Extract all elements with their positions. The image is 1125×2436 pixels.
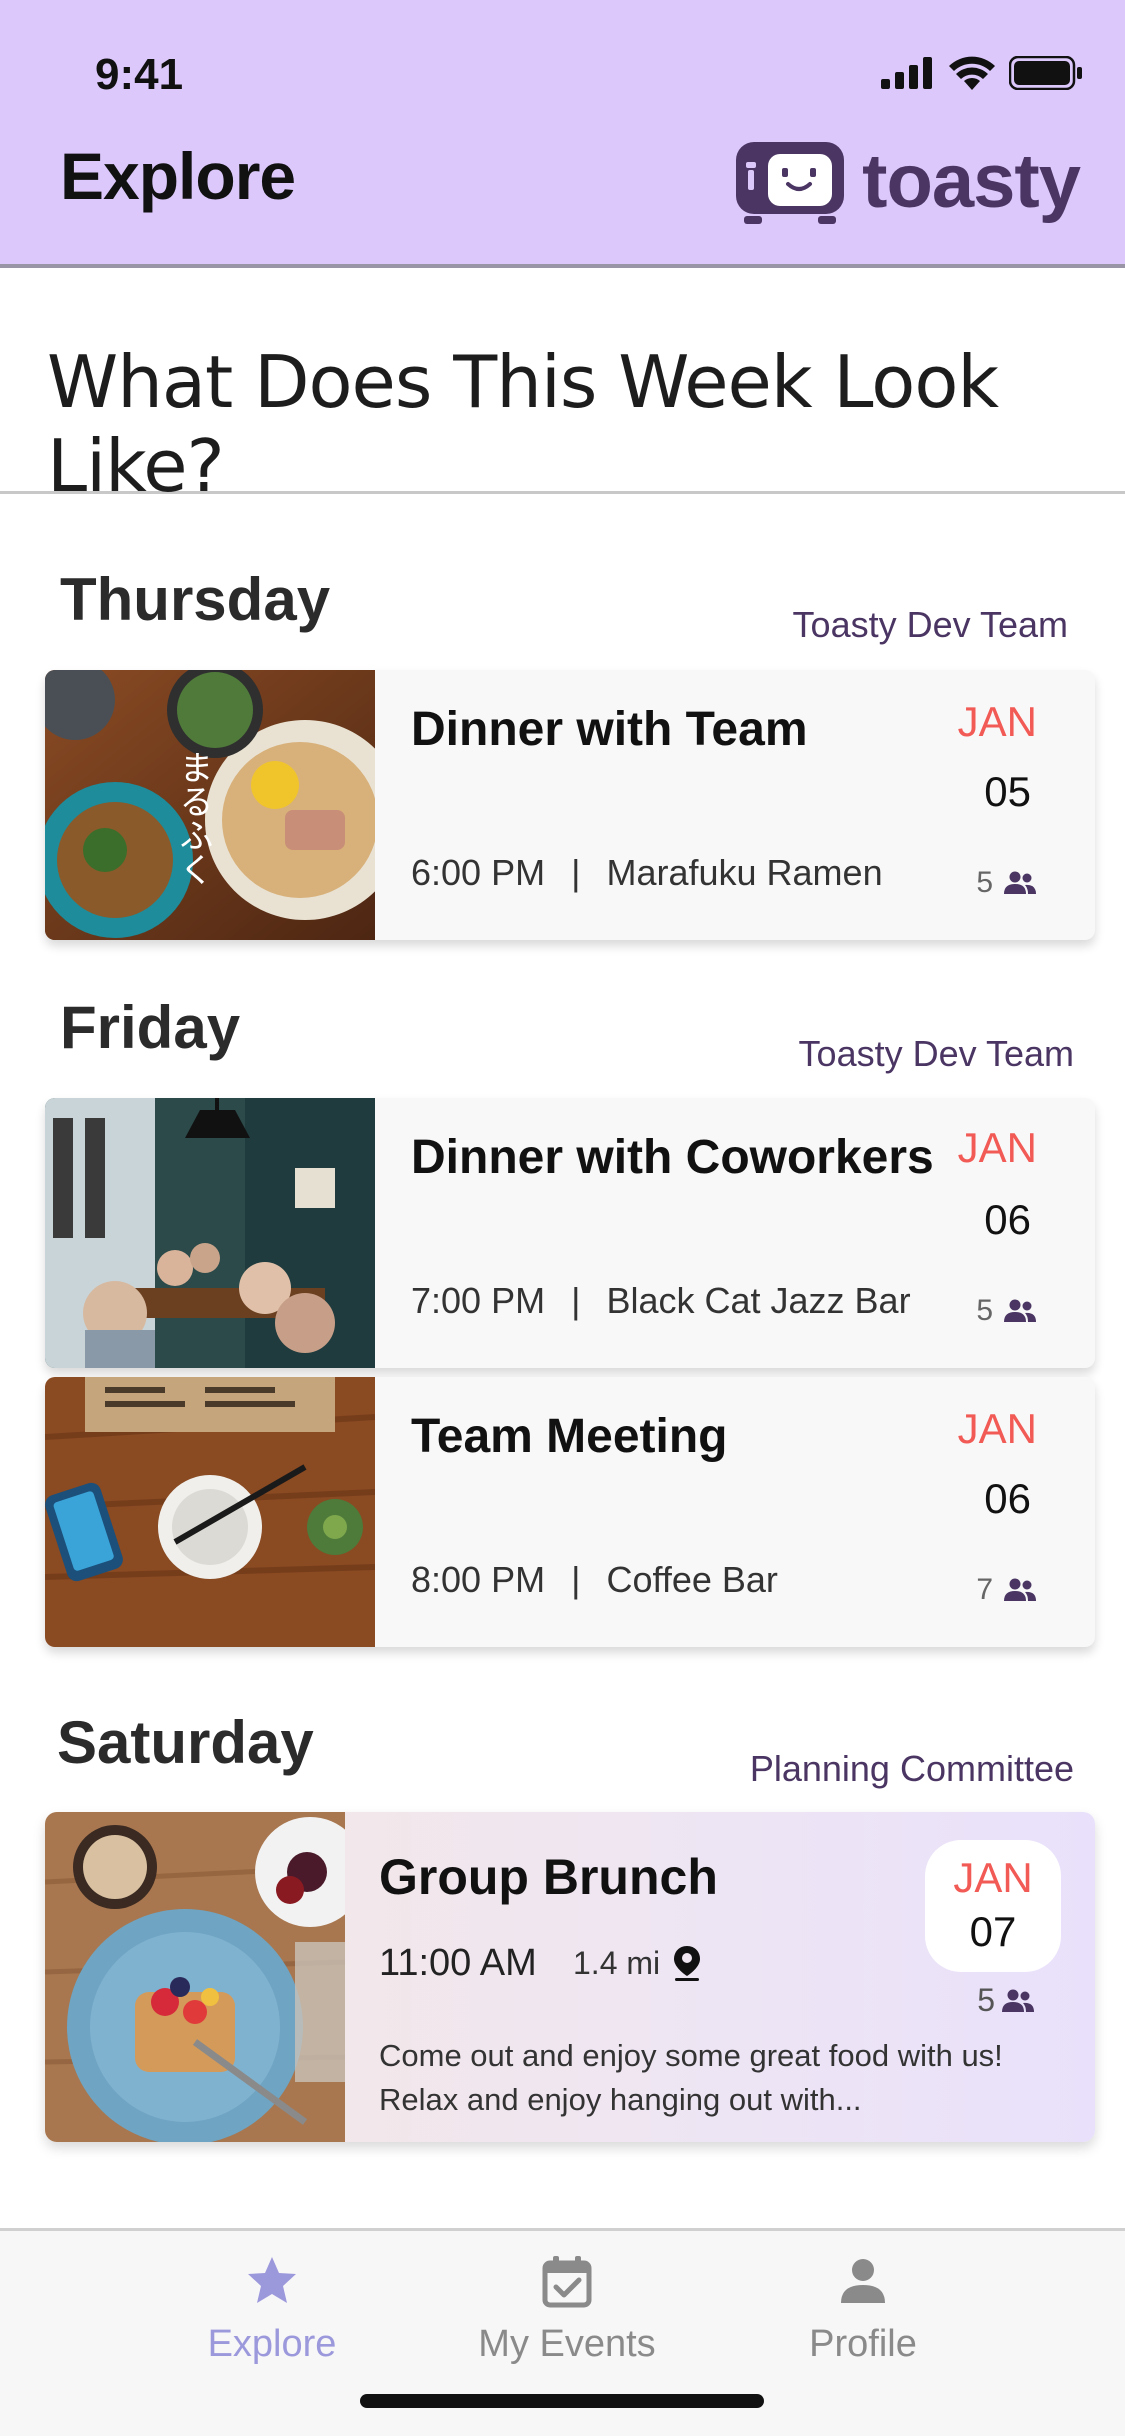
attendee-count: 5 <box>976 1294 1037 1328</box>
jazz-bar-photo <box>45 1098 375 1368</box>
featured-event-card-group-brunch[interactable]: Group Brunch 11:00 AM 1.4 mi Come out an… <box>45 1812 1095 2142</box>
event-meta: 7:00 PM | Black Cat Jazz Bar <box>411 1280 911 1322</box>
event-card-team-meeting[interactable]: Team Meeting 8:00 PM | Coffee Bar JAN 06… <box>45 1377 1095 1647</box>
event-title: Dinner with Coworkers <box>411 1131 934 1184</box>
tab-profile[interactable]: Profile <box>733 2253 993 2366</box>
attendee-count-value: 5 <box>976 1294 993 1327</box>
event-date: 06 <box>984 1475 1031 1522</box>
battery-icon <box>1009 56 1082 90</box>
meta-separator: | <box>571 852 581 893</box>
event-title: Dinner with Team <box>411 703 808 756</box>
event-month: JAN <box>957 1124 1037 1171</box>
app-header: 9:41 Explore toasty <box>0 0 1125 268</box>
attendee-count: 7 <box>976 1573 1037 1607</box>
date-badge: JAN 07 <box>925 1840 1061 1972</box>
event-meta: 6:00 PM | Marafuku Ramen <box>411 852 883 894</box>
event-month: JAN <box>953 1854 1033 1901</box>
event-title: Group Brunch <box>379 1849 718 1905</box>
status-icons <box>881 56 1083 90</box>
event-place: Marafuku Ramen <box>606 852 883 893</box>
distance-value: 1.4 mi <box>573 1944 661 1981</box>
event-date: 06 <box>984 1196 1031 1243</box>
brand-logo: toasty <box>734 138 1081 225</box>
status-bar: 9:41 <box>0 0 1125 140</box>
event-date: 07 <box>969 1908 1017 1955</box>
status-time: 9:41 <box>95 50 184 99</box>
attendee-count-value: 7 <box>976 1573 993 1606</box>
group-link-friday[interactable]: Toasty Dev Team <box>799 1033 1074 1075</box>
tab-my-events[interactable]: My Events <box>437 2253 697 2366</box>
cellular-signal-icon <box>881 57 932 89</box>
week-banner: What Does This Week Look Like? <box>0 272 1125 508</box>
tab-explore[interactable]: Explore <box>142 2253 402 2366</box>
event-time: 7:00 PM <box>411 1280 546 1321</box>
people-icon <box>1004 1299 1036 1322</box>
wifi-icon <box>949 56 995 90</box>
day-heading-thursday: Thursday <box>60 566 331 633</box>
toaster-logo-icon <box>736 141 845 224</box>
page-title: Explore <box>60 139 296 213</box>
people-icon <box>1004 1578 1036 1601</box>
attendee-count-value: 5 <box>976 866 993 899</box>
event-description: Come out and enjoy some great food with … <box>379 2038 1003 2117</box>
event-place: Black Cat Jazz Bar <box>606 1280 911 1321</box>
calendar-check-icon <box>542 2256 592 2308</box>
tab-label: Explore <box>207 2323 337 2365</box>
meta-separator: | <box>571 1280 581 1321</box>
group-link-saturday[interactable]: Planning Committee <box>750 1748 1074 1790</box>
event-card-dinner-with-coworkers[interactable]: Dinner with Coworkers 7:00 PM | Black Ca… <box>45 1098 1095 1368</box>
event-distance: 1.4 mi <box>573 1944 702 1982</box>
brunch-photo <box>45 1812 345 2142</box>
home-indicator[interactable] <box>360 2394 764 2408</box>
event-time: 6:00 PM <box>411 852 546 893</box>
person-icon <box>841 2259 885 2303</box>
meta-separator: | <box>571 1559 581 1600</box>
group-link-thursday[interactable]: Toasty Dev Team <box>793 604 1068 646</box>
coffee-table-photo <box>45 1377 375 1647</box>
week-title: What Does This Week Look Like? <box>47 340 999 508</box>
people-icon <box>1004 871 1036 894</box>
event-time: 8:00 PM <box>411 1559 546 1600</box>
event-time: 11:00 AM <box>379 1942 537 1984</box>
event-title: Team Meeting <box>411 1410 728 1463</box>
attendee-count: 5 <box>976 866 1037 900</box>
day-heading-saturday: Saturday <box>57 1709 314 1776</box>
event-card-dinner-with-team[interactable]: まるふく Dinner with Team 6:00 PM | Marafuku… <box>45 670 1095 940</box>
star-icon <box>248 2257 296 2303</box>
event-month: JAN <box>957 698 1037 745</box>
tab-label: Profile <box>809 2323 917 2365</box>
ramen-photo: まるふく <box>45 670 375 940</box>
map-pin-icon <box>674 1946 701 1981</box>
event-month: JAN <box>957 1405 1037 1452</box>
event-meta: 8:00 PM | Coffee Bar <box>411 1559 778 1601</box>
event-date: 05 <box>984 768 1031 815</box>
event-place: Coffee Bar <box>606 1559 778 1600</box>
attendee-count-value: 5 <box>977 1982 995 2018</box>
svg-text:まるふく: まるふく <box>173 750 213 886</box>
day-heading-friday: Friday <box>60 994 241 1061</box>
tab-label: My Events <box>478 2323 656 2365</box>
people-icon <box>1002 1989 1034 2012</box>
brand-name: toasty <box>862 139 1081 224</box>
attendee-count: 5 <box>977 1982 1035 2019</box>
